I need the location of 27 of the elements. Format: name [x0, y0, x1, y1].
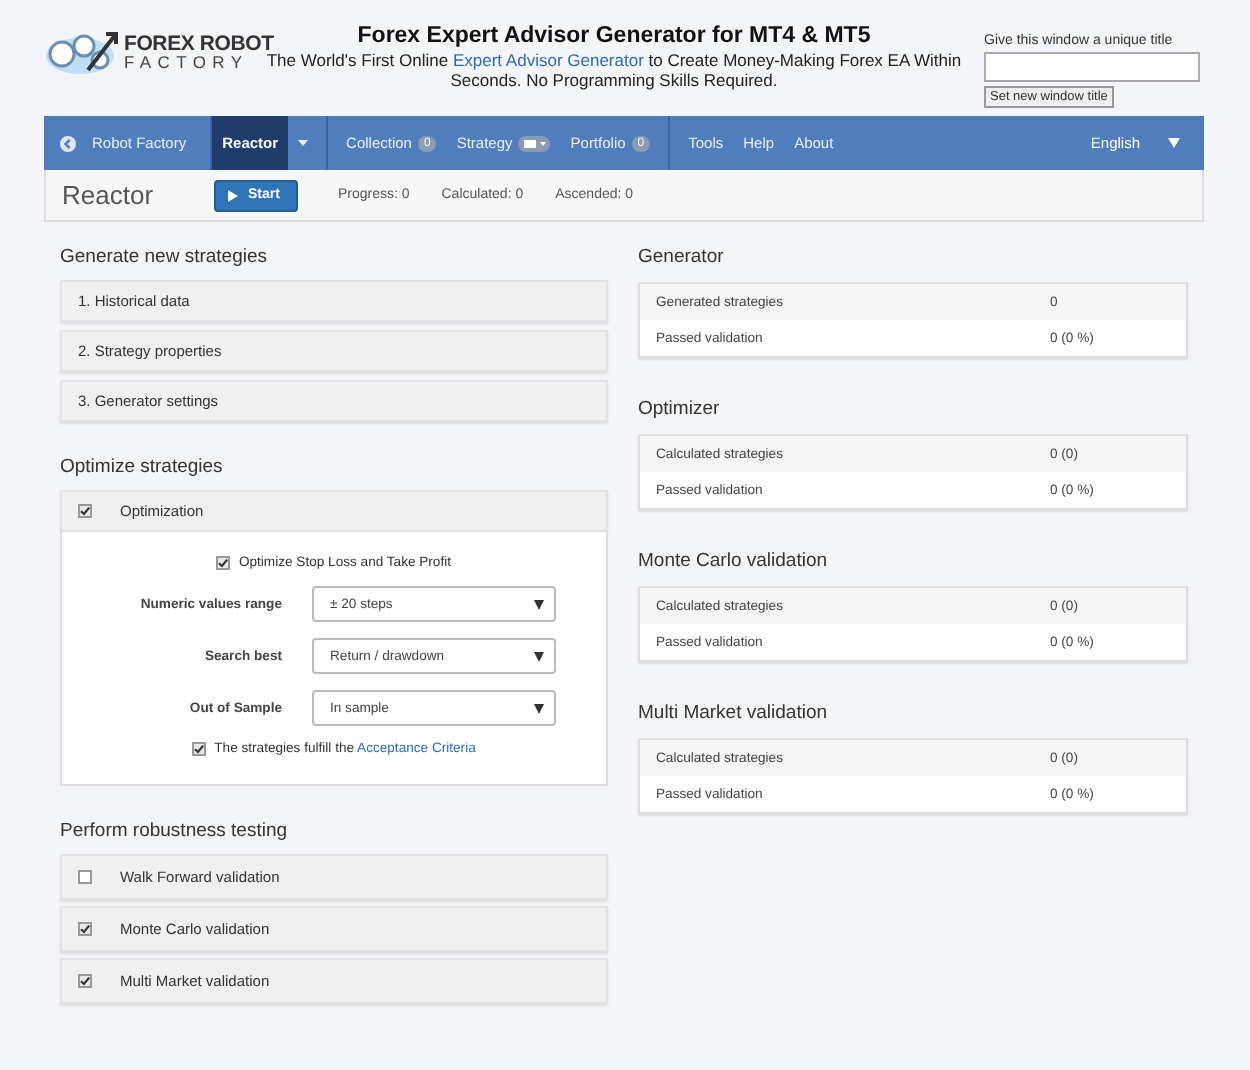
section-heading: Generator: [638, 246, 726, 270]
checkbox[interactable]: [192, 742, 207, 756]
toggle-icon: [518, 135, 551, 151]
section-heading: Perform robustness testing: [60, 820, 290, 844]
caret-icon: [534, 651, 544, 661]
caret-icon: [1168, 138, 1180, 148]
checkbox[interactable]: [78, 870, 92, 884]
page-heading: Reactor: [60, 180, 156, 210]
logo-icon: [44, 26, 120, 78]
section-heading: Multi Market validation: [638, 702, 830, 726]
back-icon: [60, 135, 76, 151]
logo-text: FOREX ROBOT: [124, 33, 274, 54]
page-subtitle: The World's First Online Expert Advisor Generator to Create Money-Making Forex EA Within Seconds. No Programming Skills Required.: [266, 50, 964, 90]
window-title-field[interactable]: [984, 52, 1200, 82]
caret-icon: [534, 703, 544, 713]
checkbox[interactable]: [216, 556, 231, 570]
section-heading: Generate new strategies: [60, 246, 270, 270]
checkbox[interactable]: [78, 922, 92, 936]
caret-icon: [534, 599, 544, 609]
caret-icon: [298, 140, 309, 146]
play-icon: [228, 189, 238, 201]
section-heading: Optimize strategies: [60, 456, 225, 480]
checkbox[interactable]: [78, 974, 92, 988]
checkbox[interactable]: [78, 504, 92, 518]
generator-link[interactable]: Expert Advisor Generator: [452, 50, 644, 70]
section-heading: Monte Carlo validation: [638, 550, 830, 574]
section-heading: Optimizer: [638, 398, 722, 422]
